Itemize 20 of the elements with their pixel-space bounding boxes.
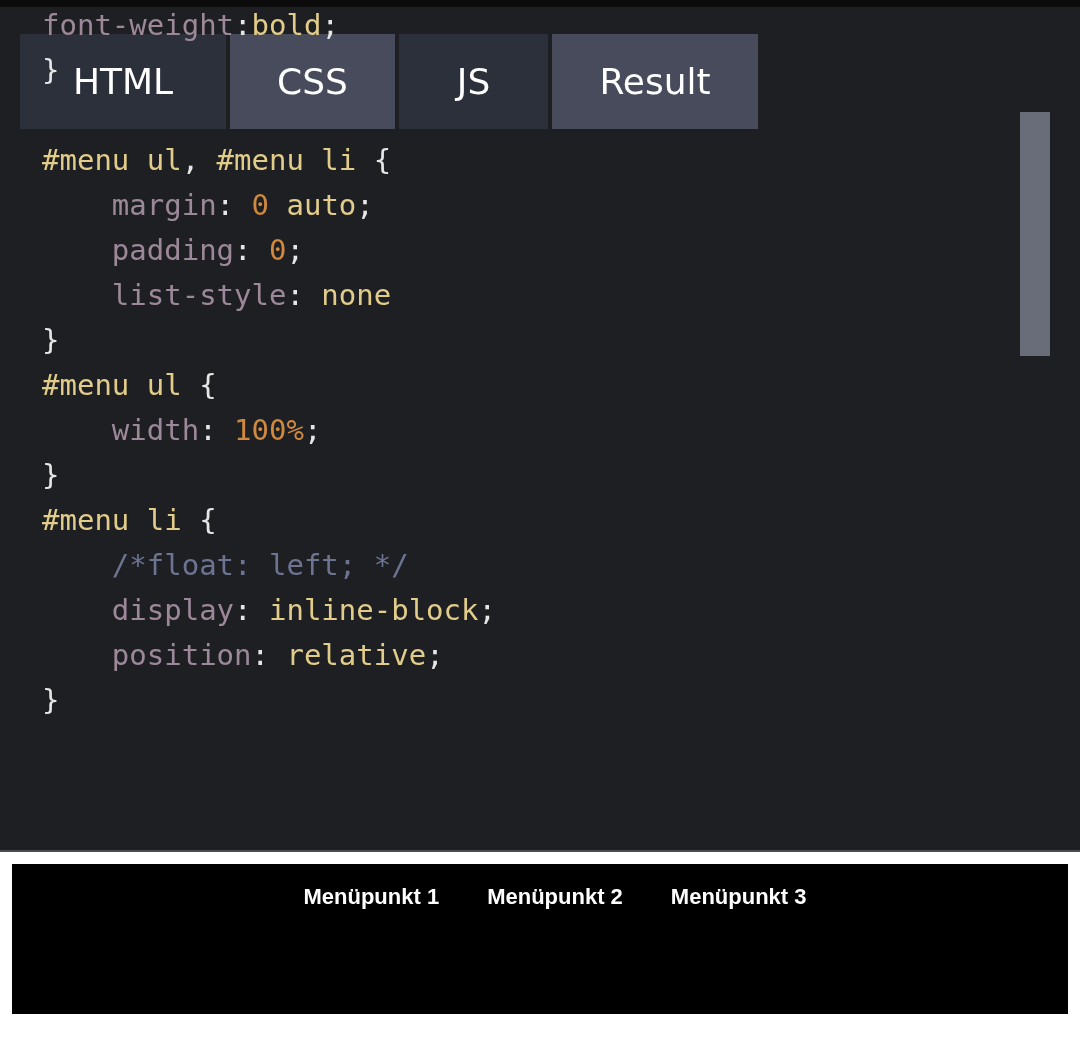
code-line: } (42, 682, 60, 719)
scrollbar-thumb[interactable] (1020, 112, 1050, 356)
code-line: padding: 0; (110, 232, 304, 269)
editor-tab[interactable]: Result (552, 34, 758, 129)
code-line: #menu ul, #menu li { (42, 142, 392, 179)
code-line: /*float: left; */ (110, 547, 409, 584)
code-line: } (42, 457, 60, 494)
editor-tab[interactable]: JS (399, 34, 548, 129)
menu-item[interactable]: Menüpunkt 2 (487, 884, 623, 910)
code-line: list-style: none (110, 277, 392, 314)
code-line: position: relative; (110, 637, 444, 674)
menu-item[interactable]: Menüpunkt 1 (303, 884, 440, 910)
code-line: #menu li { (42, 502, 217, 539)
code-line: } (42, 52, 60, 89)
code-line: #menu ul { (42, 367, 217, 404)
code-line: display: inline-block; (110, 592, 496, 629)
code-line: margin: 0 auto; (110, 187, 374, 224)
code-line: width: 100%; (110, 412, 322, 449)
menu-item[interactable]: Menüpunkt 3 (670, 884, 807, 910)
code-line: } (42, 322, 60, 359)
